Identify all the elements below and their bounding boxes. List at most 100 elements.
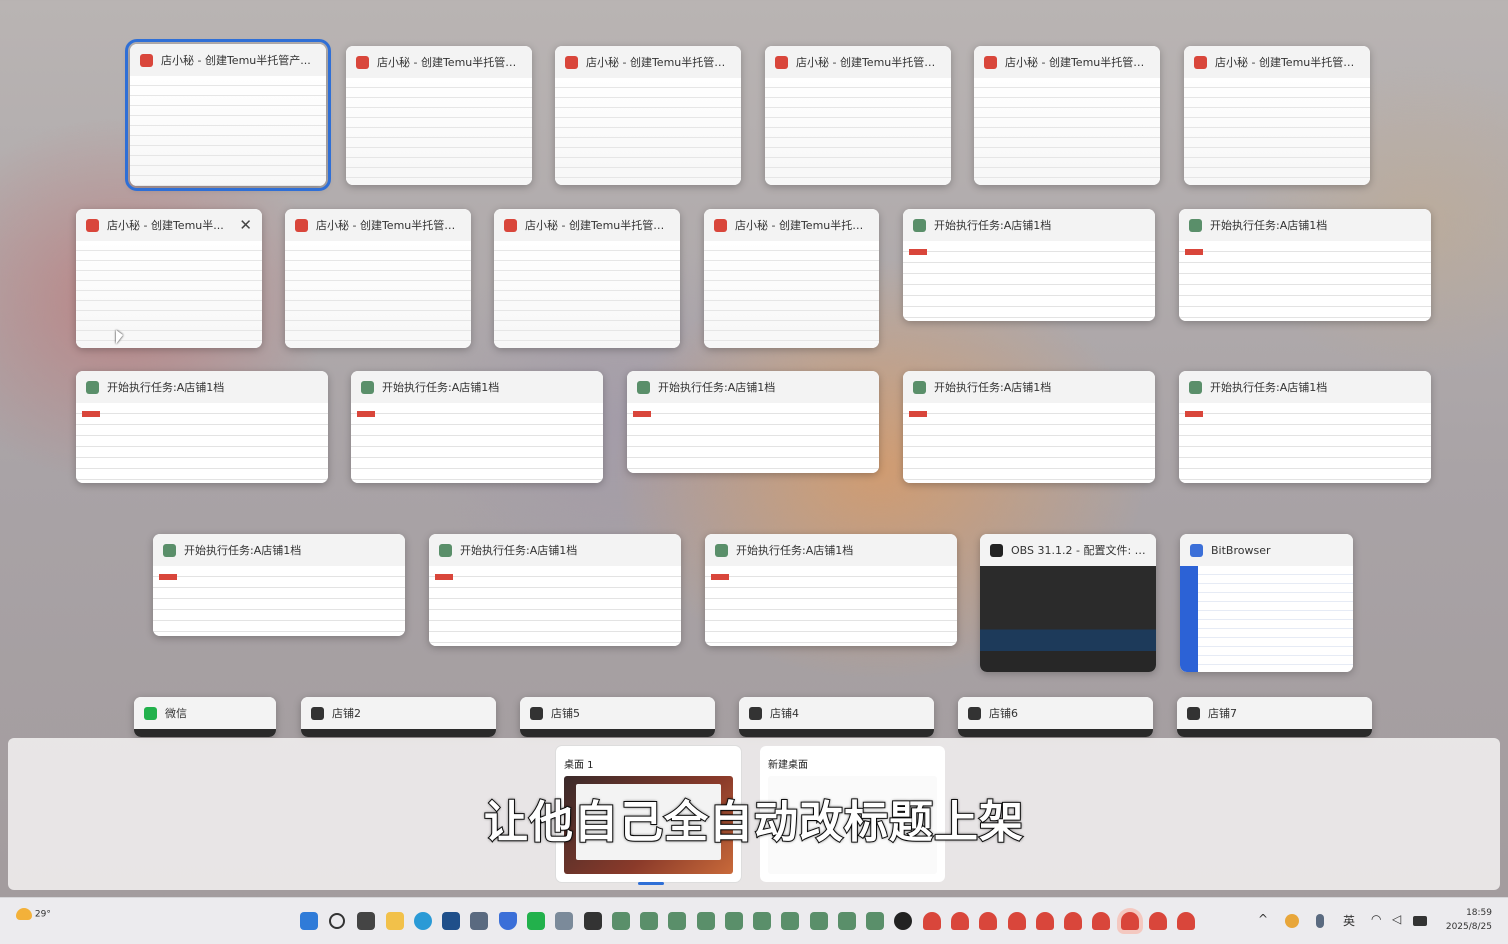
obs-icon[interactable] — [894, 912, 912, 930]
window-thumbnail[interactable]: 开始执行任务:A店铺1档 — [1179, 209, 1431, 321]
clock[interactable]: 18:59 2025/8/25 — [1446, 906, 1492, 934]
window-thumbnail[interactable]: 开始执行任务:A店铺1档 — [153, 534, 405, 636]
window-title: 店小秘 - 创建Temu半托管产... — [1215, 56, 1360, 69]
window-title: 开始执行任务:A店铺1档 — [1210, 381, 1328, 394]
window-title: 店小秘 - 创建Temu半托管... — [735, 219, 869, 232]
task-app-icon[interactable] — [725, 912, 743, 930]
dianxiaomi-icon[interactable] — [923, 912, 941, 930]
app-icon[interactable] — [470, 912, 488, 930]
window-thumbnail[interactable]: 开始执行任务:A店铺1档 — [903, 209, 1155, 321]
dianxiaomi-icon[interactable] — [1036, 912, 1054, 930]
store-icon[interactable] — [442, 912, 460, 930]
window-thumbnail[interactable]: 开始执行任务:A店铺1档 — [627, 371, 879, 473]
window-thumbnail[interactable]: 店铺4 — [739, 697, 934, 737]
task-app-icon[interactable] — [697, 912, 715, 930]
dianxiaomi-icon[interactable] — [951, 912, 969, 930]
task-app-icon[interactable] — [810, 912, 828, 930]
start-icon[interactable] — [300, 912, 318, 930]
dianxiaomi-icon[interactable] — [1149, 912, 1167, 930]
window-thumbnail[interactable]: 店小秘 - 创建Temu半托管... — [704, 209, 879, 348]
task-app-icon[interactable] — [668, 912, 686, 930]
window-preview — [346, 78, 532, 185]
dianxiaomi-icon[interactable] — [979, 912, 997, 930]
window-title: 店铺6 — [989, 707, 1018, 720]
battery-icon[interactable] — [1413, 916, 1427, 926]
tray-app-icon[interactable] — [1285, 914, 1299, 928]
terminal-icon — [749, 706, 762, 720]
window-header: 店小秘 - 创建Temu半托管产... — [765, 46, 951, 78]
window-title: OBS 31.1.2 - 配置文件: 未... — [1011, 544, 1146, 557]
window-thumbnail[interactable]: 店小秘 - 创建Temu半托管产... — [555, 46, 741, 185]
dianxiaomi-icon[interactable] — [1121, 912, 1139, 930]
window-header: 开始执行任务:A店铺1档 — [76, 371, 328, 403]
window-header: 开始执行任务:A店铺1档 — [1179, 209, 1431, 241]
close-icon[interactable]: ✕ — [239, 216, 252, 234]
file-explorer-icon[interactable] — [386, 912, 404, 930]
window-thumbnail[interactable]: 店小秘 - 创建Temu半托管产... — [125, 39, 331, 191]
task-app-icon — [715, 543, 728, 557]
window-thumbnail[interactable]: 开始执行任务:A店铺1档 — [76, 371, 328, 483]
weather-widget[interactable]: 29° — [16, 908, 51, 920]
task-app-icon[interactable] — [781, 912, 799, 930]
window-thumbnail[interactable]: 微信 — [134, 697, 276, 737]
window-title: 开始执行任务:A店铺1档 — [1210, 219, 1328, 232]
window-preview — [704, 241, 879, 348]
window-title: 店小秘 - 创建Temu半托管产... — [161, 54, 311, 67]
taskbar: 29° ^ 英 ◠ ◁ 18:59 2025/8/25 — [0, 897, 1508, 944]
dianxiaomi-icon[interactable] — [1092, 912, 1110, 930]
window-thumbnail[interactable]: 开始执行任务:A店铺1档 — [429, 534, 681, 646]
window-preview — [1179, 241, 1431, 321]
window-preview — [1177, 729, 1372, 737]
window-title: 店小秘 - 创建Temu半托管产... — [1005, 56, 1150, 69]
window-thumbnail[interactable]: 店铺7 — [1177, 697, 1372, 737]
window-thumbnail[interactable]: 店铺5 — [520, 697, 715, 737]
microphone-icon[interactable] — [1316, 914, 1324, 928]
app-icon[interactable] — [555, 912, 573, 930]
window-header: 开始执行任务:A店铺1档 — [429, 534, 681, 566]
window-thumbnail[interactable]: 店小秘 - 创建Temu半托管产... — [285, 209, 471, 348]
task-app-icon — [86, 380, 99, 394]
window-thumbnail[interactable]: BitBrowser — [1180, 534, 1353, 672]
task-app-icon[interactable] — [838, 912, 856, 930]
window-header: 店铺4 — [739, 697, 934, 729]
bitbrowser-icon[interactable] — [499, 912, 517, 930]
window-header: 店小秘 - 创建Temu半托管产... — [130, 44, 326, 76]
task-view-icon[interactable] — [357, 912, 375, 930]
window-thumbnail[interactable]: 店小秘 - 创建Temu半托管产... — [494, 209, 680, 348]
window-thumbnail[interactable]: 开始执行任务:A店铺1档 — [705, 534, 957, 646]
input-language[interactable]: 英 — [1343, 912, 1355, 929]
chevron-up-icon[interactable]: ^ — [1258, 912, 1268, 926]
search-icon[interactable] — [329, 913, 345, 929]
task-app-icon[interactable] — [866, 912, 884, 930]
window-thumbnail[interactable]: OBS 31.1.2 - 配置文件: 未... — [980, 534, 1156, 672]
terminal-icon[interactable] — [584, 912, 602, 930]
window-thumbnail[interactable]: 开始执行任务:A店铺1档 — [903, 371, 1155, 483]
clock-time: 18:59 — [1466, 908, 1492, 918]
dianxiaomi-icon[interactable] — [1177, 912, 1195, 930]
task-app-icon[interactable] — [753, 912, 771, 930]
window-thumbnail[interactable]: 店小秘 - 创建Temu半托管产... — [1184, 46, 1370, 185]
window-thumbnail[interactable]: 店小秘 - 创建Temu半托管产... — [974, 46, 1160, 185]
window-thumbnail[interactable]: 店铺6 — [958, 697, 1153, 737]
window-header: 开始执行任务:A店铺1档 — [627, 371, 879, 403]
wifi-icon[interactable]: ◠ — [1371, 912, 1381, 926]
edge-icon[interactable] — [414, 912, 432, 930]
window-thumbnail[interactable]: 店铺2 — [301, 697, 496, 737]
window-preview — [555, 78, 741, 185]
dianxiaomi-icon — [86, 218, 99, 232]
task-app-icon[interactable] — [612, 912, 630, 930]
window-thumbnail[interactable]: 店小秘 - 创建Temu半... ✕ — [76, 209, 262, 348]
task-app-icon[interactable] — [640, 912, 658, 930]
window-thumbnail[interactable]: 开始执行任务:A店铺1档 — [351, 371, 603, 483]
volume-icon[interactable]: ◁ — [1392, 912, 1401, 926]
window-header: 店铺6 — [958, 697, 1153, 729]
dianxiaomi-icon[interactable] — [1064, 912, 1082, 930]
obs-icon — [990, 543, 1003, 557]
dianxiaomi-icon — [1194, 55, 1207, 69]
window-thumbnail[interactable]: 店小秘 - 创建Temu半托管产... — [765, 46, 951, 185]
wechat-icon[interactable] — [527, 912, 545, 930]
dianxiaomi-icon[interactable] — [1008, 912, 1026, 930]
window-thumbnail[interactable]: 店小秘 - 创建Temu半托管产... — [346, 46, 532, 185]
window-title: 开始执行任务:A店铺1档 — [934, 219, 1052, 232]
window-thumbnail[interactable]: 开始执行任务:A店铺1档 — [1179, 371, 1431, 483]
